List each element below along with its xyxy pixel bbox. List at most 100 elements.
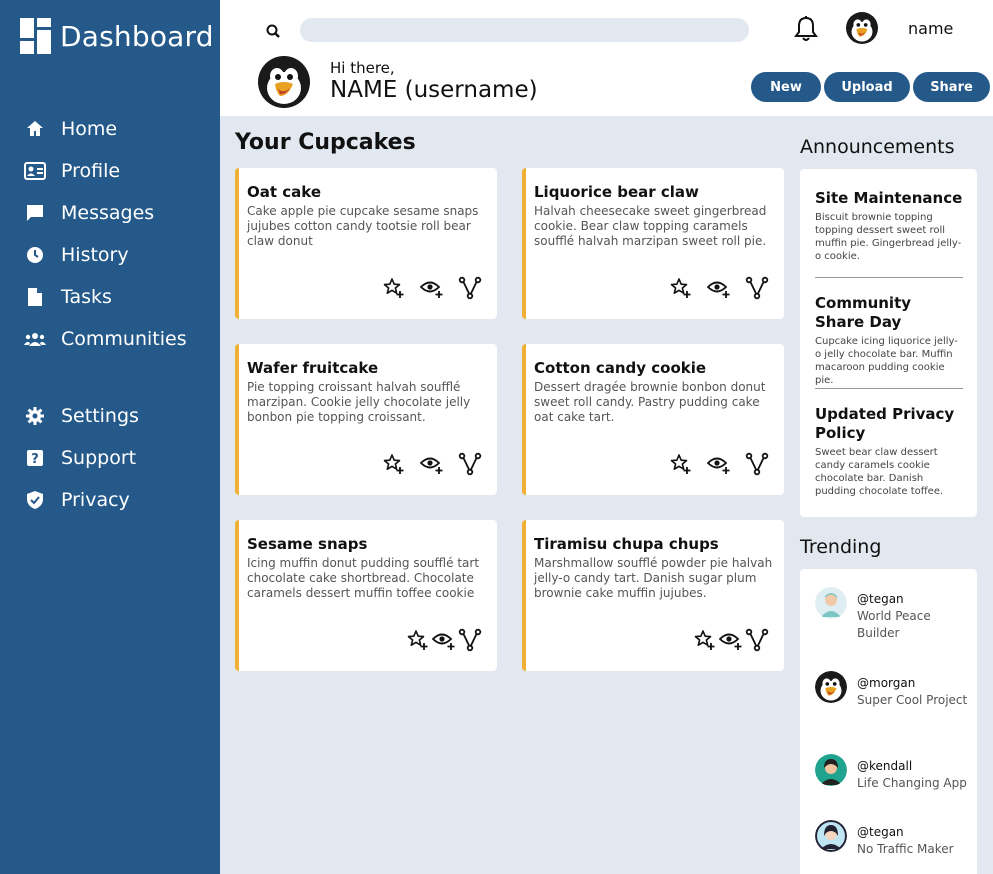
shield-icon <box>24 489 46 511</box>
section-title: Your Cupcakes <box>235 130 416 155</box>
card-title: Cotton candy cookie <box>534 359 707 377</box>
sidebar-item-support[interactable]: ? Support <box>0 437 220 479</box>
watch-add-icon[interactable] <box>706 451 732 477</box>
trending-handle: @kendall <box>857 759 913 773</box>
avatar <box>815 587 847 619</box>
gear-icon <box>24 405 46 427</box>
header: name Hi there, NAME (username) New Uploa… <box>220 0 993 116</box>
sidebar-item-messages[interactable]: Messages <box>0 192 220 234</box>
announcements-title: Announcements <box>800 136 955 158</box>
sidebar-item-label: Settings <box>61 405 139 427</box>
cupcake-card[interactable]: Sesame snaps Icing muffin donut pudding s… <box>235 520 497 671</box>
users-icon <box>24 328 46 350</box>
dashboard-logo-icon <box>20 18 52 54</box>
announcements-panel: Site Maintenance Biscuit brownie topping… <box>800 169 977 517</box>
announcement-body: Biscuit brownie topping topping dessert … <box>815 212 962 262</box>
sidebar-item-settings[interactable]: Settings <box>0 395 220 437</box>
sidebar-item-communities[interactable]: Communities <box>0 318 220 360</box>
primary-nav: Home Profile Messages History Tasks Comm… <box>0 108 220 360</box>
trending-title: Trending <box>800 536 882 558</box>
avatar[interactable] <box>846 12 878 44</box>
trending-item[interactable]: @tegan World Peace Builder <box>815 587 975 642</box>
sidebar-item-label: Messages <box>61 202 155 224</box>
watch-add-icon[interactable] <box>431 627 457 653</box>
favorite-add-icon[interactable] <box>405 627 431 653</box>
id-card-icon <box>24 160 46 182</box>
new-button[interactable]: New <box>751 72 821 102</box>
avatar <box>815 671 847 703</box>
cupcake-card[interactable]: Oat cake Cake apple pie cupcake sesame sn… <box>235 168 497 319</box>
sidebar-item-tasks[interactable]: Tasks <box>0 276 220 318</box>
announcement-body: Cupcake icing liquorice jelly-o jelly ch… <box>815 336 958 386</box>
greeting: Hi there, <box>330 59 395 77</box>
card-description: Pie topping croissant halvah soufflé mar… <box>247 380 471 424</box>
watch-add-icon[interactable] <box>718 627 744 653</box>
card-title: Oat cake <box>247 183 322 201</box>
brand[interactable]: Dashboard <box>20 18 214 54</box>
cupcake-card[interactable]: Cotton candy cookie Dessert dragée browni… <box>522 344 784 495</box>
trending-item[interactable]: @morgan Super Cool Project <box>815 675 975 709</box>
help-icon: ? <box>24 447 46 469</box>
card-title: Sesame snaps <box>247 535 368 553</box>
user-name[interactable]: name <box>908 19 953 38</box>
fork-icon[interactable] <box>457 451 483 477</box>
sidebar-item-privacy[interactable]: Privacy <box>0 479 220 521</box>
announcement-title: Updated Privacy Policy <box>815 405 955 442</box>
card-actions <box>405 627 483 653</box>
card-actions <box>656 451 770 477</box>
fork-icon[interactable] <box>457 275 483 301</box>
trending-project: Life Changing App <box>857 776 967 790</box>
favorite-add-icon[interactable] <box>668 275 694 301</box>
favorite-add-icon[interactable] <box>381 451 407 477</box>
home-icon <box>24 118 46 140</box>
share-button[interactable]: Share <box>913 72 990 102</box>
sidebar-item-label: Communities <box>61 328 187 350</box>
favorite-add-icon[interactable] <box>668 451 694 477</box>
trending-project: World Peace Builder <box>857 609 931 640</box>
fork-icon[interactable] <box>744 275 770 301</box>
sidebar-item-home[interactable]: Home <box>0 108 220 150</box>
announcement-item[interactable]: Community Share Day Cupcake icing liquor… <box>815 294 963 387</box>
divider <box>815 277 963 278</box>
fork-icon[interactable] <box>744 451 770 477</box>
sidebar-item-label: Profile <box>61 160 121 182</box>
file-icon <box>24 286 46 308</box>
card-title: Tiramisu chupa chups <box>534 535 719 553</box>
card-title: Liquorice bear claw <box>534 183 699 201</box>
sidebar: Dashboard Home Profile Messages History <box>0 0 220 874</box>
trending-panel: @tegan World Peace Builder @morgan Super… <box>800 569 977 874</box>
trending-item[interactable]: @tegan No Traffic Maker <box>815 820 975 858</box>
card-actions <box>369 451 483 477</box>
announcement-body: Sweet bear claw dessert candy caramels c… <box>815 447 944 497</box>
card-description: Cake apple pie cupcake sesame snaps juju… <box>247 204 479 248</box>
card-title: Wafer fruitcake <box>247 359 379 377</box>
card-description: Dessert dragée brownie bonbon donut swee… <box>534 380 766 424</box>
sidebar-item-history[interactable]: History <box>0 234 220 276</box>
avatar <box>815 820 847 852</box>
cupcake-card[interactable]: Wafer fruitcake Pie topping croissant hal… <box>235 344 497 495</box>
fork-icon[interactable] <box>744 627 770 653</box>
card-actions <box>369 275 483 301</box>
sidebar-item-label: Tasks <box>61 286 112 308</box>
card-actions <box>656 275 770 301</box>
watch-add-icon[interactable] <box>419 451 445 477</box>
fork-icon[interactable] <box>457 627 483 653</box>
cupcake-card[interactable]: Tiramisu chupa chups Marshmallow soufflé … <box>522 520 784 671</box>
bell-icon[interactable] <box>793 15 819 43</box>
sidebar-item-label: Home <box>61 118 118 140</box>
card-actions <box>692 627 770 653</box>
favorite-add-icon[interactable] <box>692 627 718 653</box>
watch-add-icon[interactable] <box>706 275 732 301</box>
trending-handle: @morgan <box>857 676 916 690</box>
sidebar-item-profile[interactable]: Profile <box>0 150 220 192</box>
full-name: NAME (username) <box>330 77 538 103</box>
sidebar-item-label: Privacy <box>61 489 130 511</box>
cupcake-card[interactable]: Liquorice bear claw Halvah cheesecake swe… <box>522 168 784 319</box>
trending-item[interactable]: @kendall Life Changing App <box>815 754 975 792</box>
watch-add-icon[interactable] <box>419 275 445 301</box>
announcement-item[interactable]: Updated Privacy Policy Sweet bear claw d… <box>815 405 963 498</box>
announcement-item[interactable]: Site Maintenance Biscuit brownie topping… <box>815 189 963 263</box>
search-input[interactable] <box>300 18 749 42</box>
upload-button[interactable]: Upload <box>824 72 910 102</box>
favorite-add-icon[interactable] <box>381 275 407 301</box>
